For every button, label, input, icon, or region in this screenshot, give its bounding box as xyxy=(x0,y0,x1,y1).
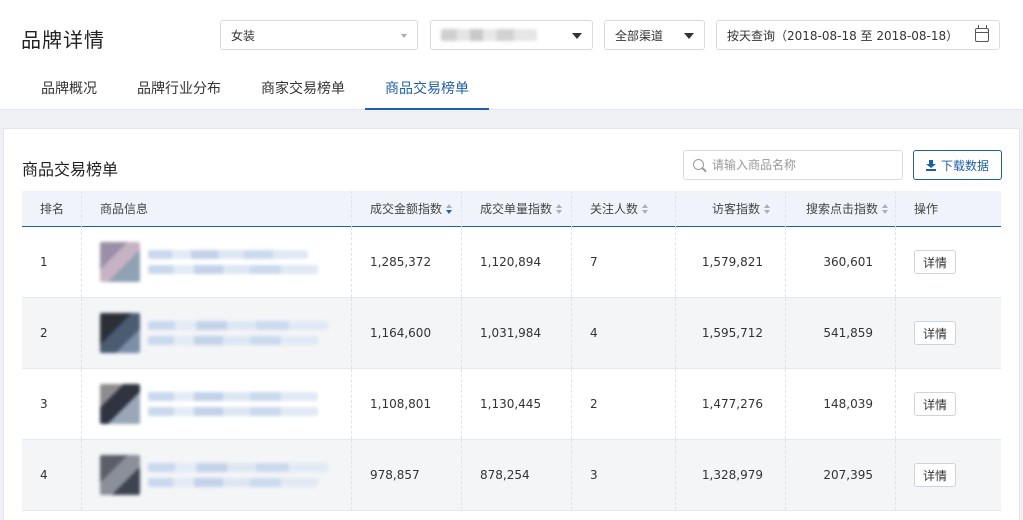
product-thumbnail[interactable] xyxy=(100,313,140,353)
page-title: 品牌详情 xyxy=(21,28,105,52)
download-icon xyxy=(925,159,936,171)
sort-icon[interactable] xyxy=(446,204,453,214)
category-select-value: 女装 xyxy=(231,28,256,43)
redacted-product-title xyxy=(148,463,328,487)
table-header: 排名 商品信息 成交金额指数 成交单量指数 关注人数 访客指数 搜索点击指数 操… xyxy=(22,191,1001,227)
section-title: 商品交易榜单 xyxy=(22,160,119,179)
rank-cell: 4 xyxy=(22,440,82,510)
table-row: 4 978,857 878,254 3 1,328,979 207,395 详情 xyxy=(22,440,1001,511)
product-info-cell[interactable] xyxy=(82,298,352,368)
product-thumbnail[interactable] xyxy=(100,242,140,282)
column-header-product-info: 商品信息 xyxy=(82,191,352,227)
column-header-orders-index[interactable]: 成交单量指数 xyxy=(462,191,572,227)
rank-cell: 2 xyxy=(22,298,82,368)
product-search xyxy=(683,150,903,180)
amount-index-cell: 1,108,801 xyxy=(352,369,462,439)
sort-icon[interactable] xyxy=(882,204,889,214)
action-cell: 详情 xyxy=(896,369,1001,439)
tab-bar: 品牌概况 品牌行业分布 商家交易榜单 商品交易榜单 xyxy=(21,68,489,110)
visitors-index-cell: 1,328,979 xyxy=(676,440,786,510)
date-range-value: 按天查询（2018-08-18 至 2018-08-18） xyxy=(727,28,959,43)
orders-index-cell: 1,130,445 xyxy=(462,369,572,439)
chevron-down-icon xyxy=(401,34,407,38)
orders-index-cell: 1,031,984 xyxy=(462,298,572,368)
tab-product-ranking[interactable]: 商品交易榜单 xyxy=(365,68,489,110)
column-header-rank: 排名 xyxy=(22,191,82,227)
table-row: 1 1,285,372 1,120,894 7 1,579,821 360,60… xyxy=(22,227,1001,298)
rank-cell: 3 xyxy=(22,369,82,439)
sort-icon[interactable] xyxy=(642,204,649,214)
product-info-cell[interactable] xyxy=(82,440,352,510)
search-clicks-index-cell: 360,601 xyxy=(786,227,896,297)
action-cell: 详情 xyxy=(896,440,1001,510)
top-panel: 品牌详情 女装 全部渠道 按天查询（2018-08-18 至 2018-08-1… xyxy=(0,0,1023,110)
table-row: 3 1,108,801 1,130,445 2 1,477,276 148,03… xyxy=(22,369,1001,440)
product-info-cell[interactable] xyxy=(82,369,352,439)
product-thumbnail[interactable] xyxy=(100,455,140,495)
followers-cell: 2 xyxy=(572,369,676,439)
column-header-action: 操作 xyxy=(914,202,939,216)
orders-index-cell: 878,254 xyxy=(462,440,572,510)
channel-select-value: 全部渠道 xyxy=(615,28,664,43)
detail-button[interactable]: 详情 xyxy=(914,392,956,416)
sort-icon[interactable] xyxy=(764,204,771,214)
column-header-followers[interactable]: 关注人数 xyxy=(572,191,676,227)
product-info-cell[interactable] xyxy=(82,227,352,297)
amount-index-cell: 1,164,600 xyxy=(352,298,462,368)
visitors-index-cell: 1,477,276 xyxy=(676,369,786,439)
rank-cell: 1 xyxy=(22,227,82,297)
action-cell: 详情 xyxy=(896,298,1001,368)
redacted-product-title xyxy=(148,321,328,345)
brand-select[interactable] xyxy=(430,20,593,50)
column-header-visitors-index[interactable]: 访客指数 xyxy=(676,191,786,227)
chevron-down-icon xyxy=(572,33,582,39)
download-data-label: 下载数据 xyxy=(940,158,989,173)
calendar-icon xyxy=(975,25,989,42)
column-header-search-clicks-index[interactable]: 搜索点击指数 xyxy=(786,191,896,227)
product-ranking-table: 排名 商品信息 成交金额指数 成交单量指数 关注人数 访客指数 搜索点击指数 操… xyxy=(22,191,1001,511)
amount-index-cell: 1,285,372 xyxy=(352,227,462,297)
search-clicks-index-cell: 541,859 xyxy=(786,298,896,368)
search-clicks-index-cell: 207,395 xyxy=(786,440,896,510)
visitors-index-cell: 1,595,712 xyxy=(676,298,786,368)
detail-button[interactable]: 详情 xyxy=(914,250,956,274)
product-search-input[interactable] xyxy=(712,158,892,172)
detail-button[interactable]: 详情 xyxy=(914,321,956,345)
tab-brand-overview[interactable]: 品牌概况 xyxy=(21,68,117,110)
search-clicks-index-cell: 148,039 xyxy=(786,369,896,439)
tab-brand-industry[interactable]: 品牌行业分布 xyxy=(117,68,241,110)
amount-index-cell: 978,857 xyxy=(352,440,462,510)
download-data-button[interactable]: 下载数据 xyxy=(913,150,1002,180)
column-header-amount-index[interactable]: 成交金额指数 xyxy=(352,191,462,227)
channel-select[interactable]: 全部渠道 xyxy=(604,20,705,50)
followers-cell: 7 xyxy=(572,227,676,297)
category-select[interactable]: 女装 xyxy=(220,20,418,50)
product-thumbnail[interactable] xyxy=(100,384,140,424)
visitors-index-cell: 1,579,821 xyxy=(676,227,786,297)
search-icon xyxy=(693,159,704,170)
followers-cell: 4 xyxy=(572,298,676,368)
chevron-down-icon xyxy=(684,33,694,39)
action-cell: 详情 xyxy=(896,227,1001,297)
redacted-product-title xyxy=(148,392,318,416)
detail-button[interactable]: 详情 xyxy=(914,463,956,487)
tab-merchant-ranking[interactable]: 商家交易榜单 xyxy=(241,68,365,110)
sort-icon[interactable] xyxy=(556,204,563,214)
redacted-brand-name xyxy=(441,29,537,41)
orders-index-cell: 1,120,894 xyxy=(462,227,572,297)
followers-cell: 3 xyxy=(572,440,676,510)
table-row: 2 1,164,600 1,031,984 4 1,595,712 541,85… xyxy=(22,298,1001,369)
redacted-product-title xyxy=(148,250,318,274)
product-ranking-card: 商品交易榜单 下载数据 排名 商品信息 成交金额指数 成交单量指数 关注人数 访… xyxy=(3,128,1020,520)
date-range-picker[interactable]: 按天查询（2018-08-18 至 2018-08-18） xyxy=(716,20,1000,50)
